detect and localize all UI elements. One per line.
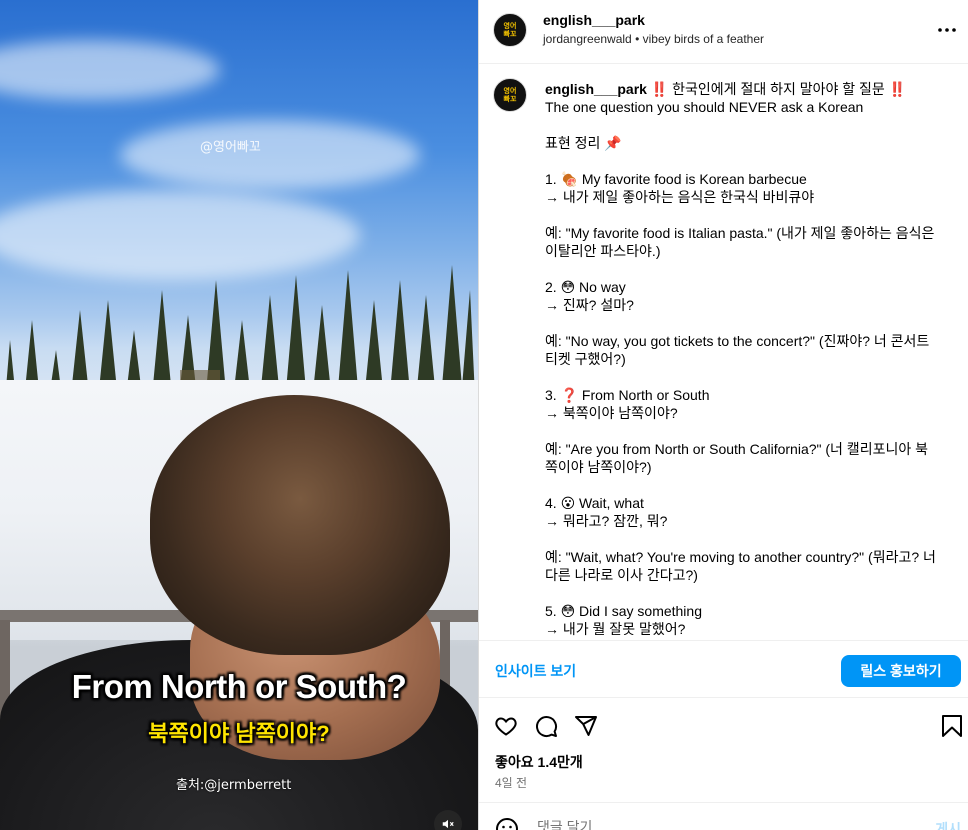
speaker-muted-icon — [442, 819, 454, 829]
caption-line — [545, 152, 955, 170]
caption-avatar[interactable]: 영어 빠꼬 — [493, 78, 527, 112]
caption-line: → 진짜? 설마? — [545, 297, 634, 313]
caption-line: 티켓 구했어?) — [545, 351, 626, 367]
caption-line: 3. ❓ From North or South — [545, 387, 710, 403]
caption-line: 다른 나라로 이사 간다고?) — [545, 567, 698, 583]
caption-line — [545, 476, 955, 494]
comment-icon — [536, 716, 558, 738]
more-dots-icon — [938, 28, 956, 32]
comment-form: 게시 — [479, 802, 968, 830]
caption-english: From North or South? — [71, 668, 407, 705]
source-credit: 출처:@jermberrett — [176, 778, 292, 793]
caption-line: 예: "Are you from North or South Californ… — [545, 441, 928, 457]
caption-line: ‼️ 한국인에게 절대 하지 말아야 할 질문 ‼️ — [650, 81, 907, 97]
caption-line: → 북쪽이야 남쪽이야? — [545, 405, 678, 421]
caption-line — [545, 206, 955, 224]
caption-line — [545, 422, 955, 440]
post-comment-button[interactable]: 게시 — [935, 819, 961, 830]
mute-button[interactable] — [434, 810, 462, 830]
avatar-text: 영어 — [503, 87, 517, 95]
caption-line — [545, 530, 955, 548]
caption-line — [545, 314, 955, 332]
watermark: @영어빠꼬 — [200, 140, 261, 155]
caption-line — [545, 116, 955, 134]
caption-line: → 내가 제일 좋아하는 음식은 한국식 바비큐야 — [545, 189, 815, 205]
avatar-text: 영어 — [503, 22, 517, 30]
caption-line: 이탈리안 파스타야.) — [545, 243, 661, 259]
caption-korean: 북쪽이야 남쪽이야? — [148, 721, 330, 746]
caption-line: 예: "Wait, what? You're moving to another… — [545, 549, 936, 565]
cloud — [0, 40, 220, 100]
view-insights-link[interactable]: 인사이트 보기 — [495, 661, 576, 681]
post-caption: english___park ‼️ 한국인에게 절대 하지 말아야 할 질문 ‼… — [545, 80, 955, 638]
emoji-button[interactable] — [495, 817, 519, 830]
cloud — [120, 120, 420, 190]
post-header: 영어 빠꼬 english___park jordangreenwald • v… — [479, 0, 968, 64]
action-bar — [479, 705, 968, 745]
save-button[interactable] — [939, 713, 965, 739]
caption-line: 2. 😳 No way — [545, 279, 626, 295]
insight-bar: 인사이트 보기 릴스 홍보하기 — [479, 640, 968, 698]
caption-line: 표현 정리 📌 — [545, 135, 622, 151]
heart-icon — [495, 717, 517, 736]
post-panel: 영어 빠꼬 english___park jordangreenwald • v… — [478, 0, 968, 830]
comment-button[interactable] — [533, 713, 559, 739]
caption-line: 5. 😳 Did I say something — [545, 603, 702, 619]
caption-line: 예: "My favorite food is Italian pasta." … — [545, 225, 935, 241]
caption-line: 1. 🍖 My favorite food is Korean barbecue — [545, 171, 807, 187]
caption-line: The one question you should NEVER ask a … — [545, 99, 864, 115]
caption-username[interactable]: english___park — [545, 81, 647, 97]
send-icon — [575, 716, 597, 736]
caption-scroll-area[interactable]: 영어 빠꼬 english___park ‼️ 한국인에게 절대 하지 말아야 … — [479, 64, 968, 640]
caption-line: → 내가 뭘 잘못 말했어? — [545, 621, 686, 637]
more-options-button[interactable] — [935, 18, 959, 42]
caption-line: → 뭐라고? 잠깐, 뭐? — [545, 513, 668, 529]
avatar-text: 빠꼬 — [503, 30, 517, 38]
comment-input[interactable] — [537, 819, 887, 830]
caption-first-line: english___park ‼️ 한국인에게 절대 하지 말아야 할 질문 ‼… — [545, 80, 955, 98]
boost-reel-button[interactable]: 릴스 홍보하기 — [841, 655, 961, 687]
reel-video[interactable]: @영어빠꼬 From North or South? 북쪽이야 남쪽이야? 출처… — [0, 0, 478, 830]
like-button[interactable] — [493, 713, 519, 739]
caption-line: 예: "No way, you got tickets to the conce… — [545, 333, 930, 349]
avatar-text: 빠꼬 — [503, 95, 517, 103]
share-button[interactable] — [573, 713, 599, 739]
caption-line — [545, 368, 955, 386]
likes-count[interactable]: 좋아요 1.4만개 — [495, 752, 583, 772]
caption-line — [545, 584, 955, 602]
emoji-icon — [496, 818, 518, 830]
caption-line: 쪽이야 남쪽이야?) — [545, 459, 652, 475]
header-username[interactable]: english___park — [543, 12, 645, 28]
caption-line — [545, 260, 955, 278]
avatar[interactable]: 영어 빠꼬 — [493, 13, 527, 47]
audio-credit[interactable]: jordangreenwald • vibey birds of a feath… — [543, 32, 764, 46]
post-date[interactable]: 4일 전 — [495, 774, 527, 791]
caption-line: 4. 😮 Wait, what — [545, 495, 644, 511]
bookmark-icon — [942, 715, 962, 737]
